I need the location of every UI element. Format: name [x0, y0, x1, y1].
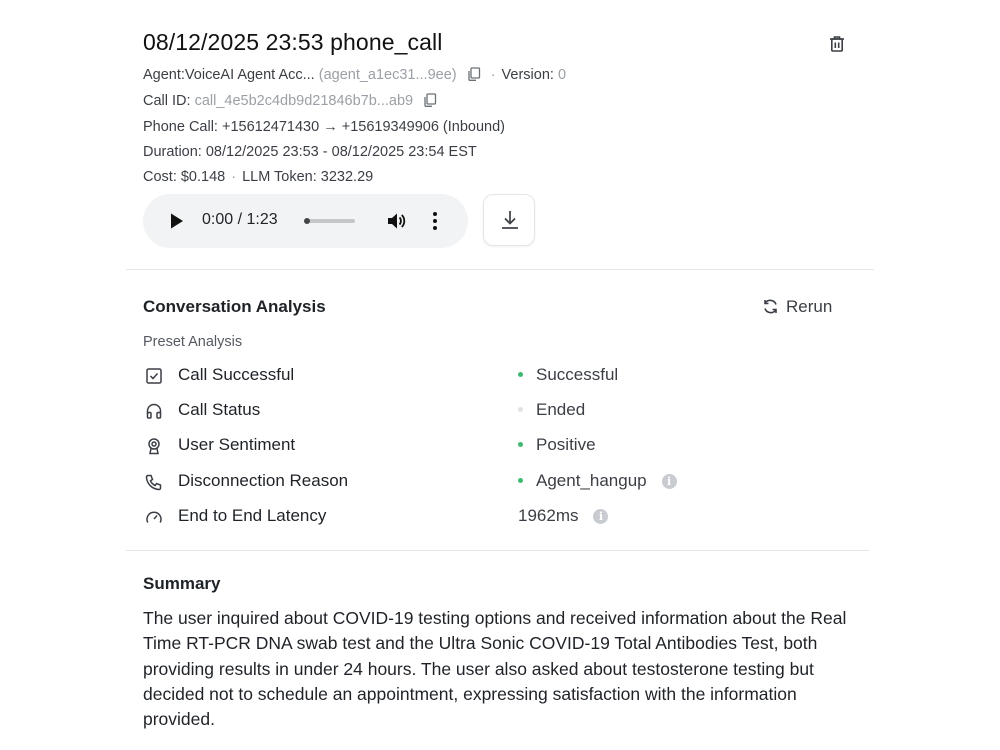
row-label: Disconnection Reason	[178, 471, 349, 490]
summary-text: The user inquired about COVID-19 testing…	[143, 608, 847, 730]
row-label: User Sentiment	[178, 435, 296, 454]
copy-call-id-button[interactable]	[423, 93, 437, 107]
volume-icon	[388, 213, 406, 229]
refresh-icon	[764, 299, 777, 314]
status-dot	[518, 407, 523, 412]
divider	[126, 269, 874, 270]
version-value: 0	[557, 67, 567, 83]
call-id: call_4e5b2c4db9d21846b7b...ab9	[194, 93, 414, 109]
copy-icon	[424, 93, 437, 107]
row-label: Call Successful	[178, 365, 295, 384]
duration-line: Duration: 08/12/2025 23:53 - 08/12/2025 …	[143, 144, 477, 160]
checkbox-icon	[146, 368, 162, 384]
row-value: 1962ms	[518, 506, 579, 525]
trash-icon	[830, 36, 844, 52]
analysis-row-latency: End to End Latency 1962ms i	[143, 504, 863, 530]
volume-button[interactable]	[385, 210, 407, 232]
seek-knob[interactable]	[304, 218, 310, 224]
row-value: Successful	[536, 365, 619, 384]
info-icon[interactable]: i	[593, 509, 609, 524]
info-icon[interactable]: i	[661, 474, 677, 489]
rerun-label: Rerun	[786, 297, 833, 316]
cost: Cost: $0.148	[143, 169, 226, 185]
agent-id: agent_a1ec31...9ee	[323, 67, 452, 83]
kebab-icon	[433, 212, 437, 230]
download-icon	[502, 211, 518, 229]
play-button[interactable]	[169, 212, 185, 230]
llm-token: LLM Token: 3232.29	[242, 169, 374, 185]
gauge-icon	[146, 511, 162, 523]
row-value: Positive	[536, 435, 596, 454]
analysis-row-call-status: Call Status Ended	[143, 398, 863, 424]
headphones-icon	[146, 403, 162, 419]
call-id-line: Call ID: call_4e5b2c4db9d21846b7b...ab9	[143, 93, 437, 109]
play-icon	[171, 213, 183, 229]
delete-button[interactable]	[827, 34, 847, 54]
preset-analysis-label: Preset Analysis	[143, 334, 243, 350]
status-dot	[518, 372, 523, 377]
status-dot	[518, 478, 523, 483]
more-options-button[interactable]	[431, 210, 439, 232]
cost-line: Cost: $0.148 · LLM Token: 3232.29	[143, 169, 374, 185]
download-button[interactable]	[483, 194, 535, 246]
page-title: 08/12/2025 23:53 phone_call	[143, 29, 443, 55]
seek-slider[interactable]	[304, 218, 355, 224]
row-label: End to End Latency	[178, 506, 327, 525]
analysis-title: Conversation Analysis	[143, 297, 326, 316]
analysis-row-call-successful: Call Successful Successful	[143, 363, 863, 389]
analysis-row-disconnection-reason: Disconnection Reason Agent_hangup i	[143, 469, 863, 495]
agent-name: VoiceAI Agent Acc...	[184, 67, 315, 83]
award-icon	[148, 438, 160, 455]
version-label: Version:	[501, 67, 554, 83]
row-value: Ended	[536, 400, 586, 419]
phone-call-line: Phone Call: +15612471430 → +15619349906 …	[143, 119, 505, 135]
audio-player: 0:00 / 1:23	[143, 194, 468, 248]
status-dot	[518, 442, 523, 447]
playback-time: 0:00 / 1:23	[202, 211, 278, 228]
copy-agent-id-button[interactable]	[467, 67, 481, 81]
call-id-label: Call ID:	[143, 93, 191, 109]
row-label: Call Status	[178, 400, 261, 419]
rerun-button[interactable]: Rerun	[762, 297, 832, 317]
phone-icon	[145, 474, 162, 491]
analysis-row-user-sentiment: User Sentiment Positive	[143, 433, 863, 459]
divider	[126, 550, 869, 551]
row-value: Agent_hangup	[536, 471, 647, 490]
copy-icon	[468, 67, 480, 81]
summary-title: Summary	[143, 574, 221, 593]
agent-info: Agent:VoiceAI Agent Acc... (agent_a1ec31…	[143, 67, 567, 83]
agent-label: Agent:	[143, 67, 185, 83]
